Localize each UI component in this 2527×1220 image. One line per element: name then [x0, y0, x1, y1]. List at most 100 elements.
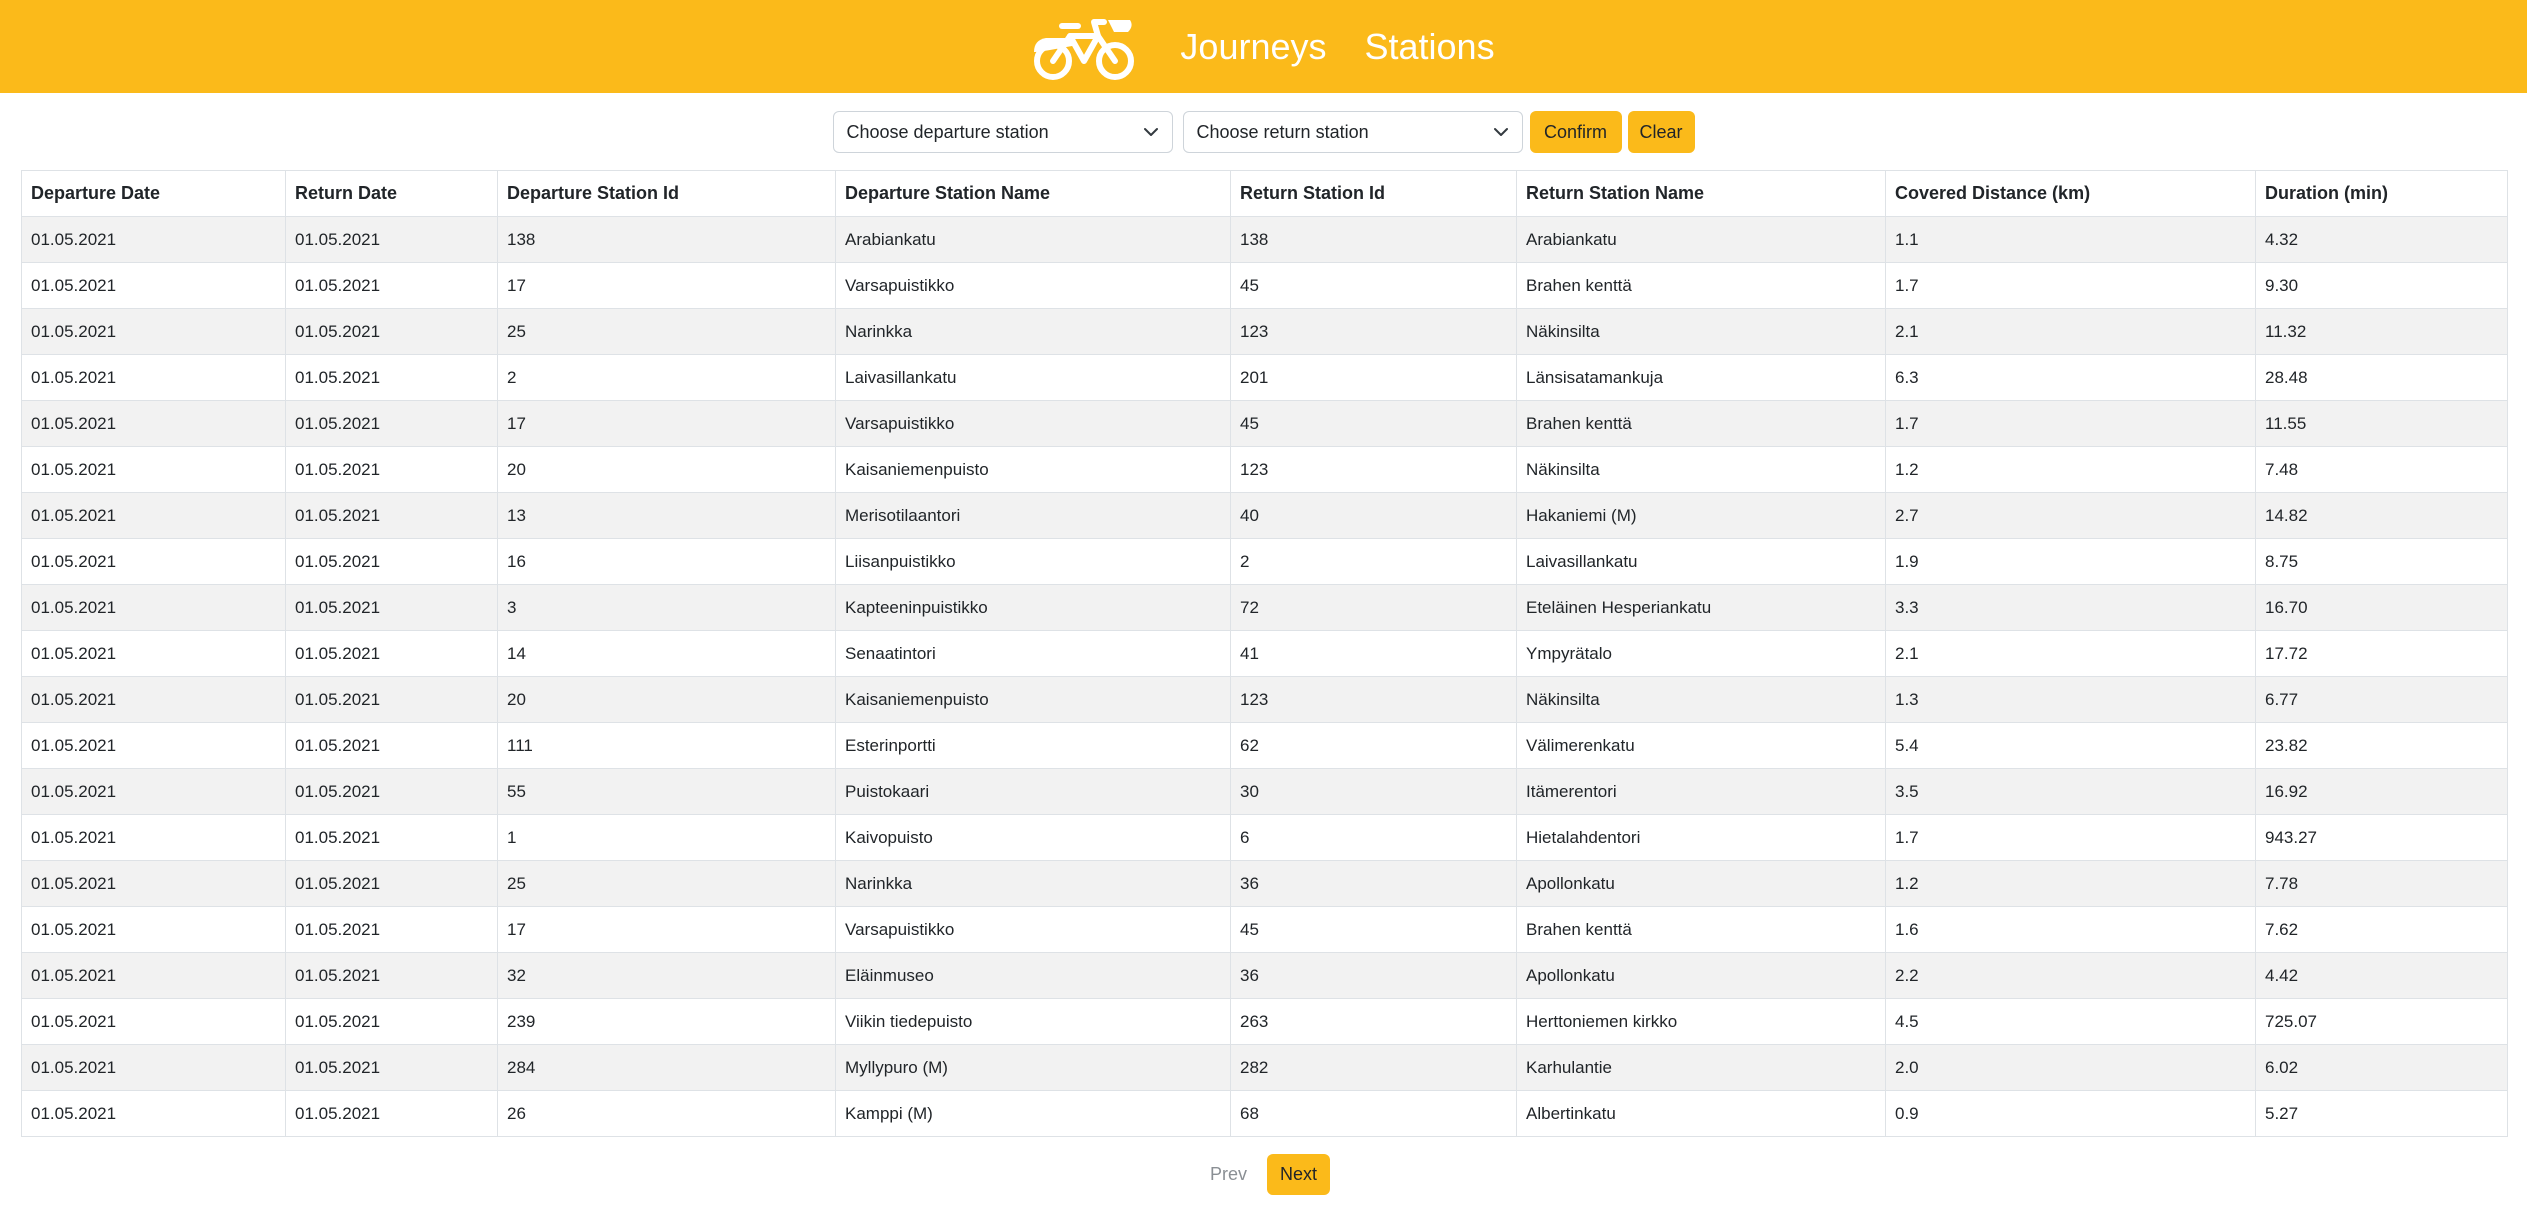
cell-return-date: 01.05.2021 — [285, 216, 498, 263]
cell-covered-distance: 1.2 — [1885, 860, 2256, 907]
cell-duration: 6.02 — [2255, 1044, 2508, 1091]
table-row: 01.05.2021 01.05.2021 138 Arabiankatu 138 Ara… — [21, 216, 2508, 263]
cell-departure-date: 01.05.2021 — [21, 308, 286, 355]
cell-return-station-name: Brahen kenttä — [1516, 906, 1886, 953]
cell-duration: 5.27 — [2255, 1090, 2508, 1137]
cell-departure-station-id: 25 — [497, 308, 836, 355]
cell-departure-date: 01.05.2021 — [21, 998, 286, 1045]
cell-return-date: 01.05.2021 — [285, 400, 498, 447]
cell-return-station-name: Näkinsilta — [1516, 308, 1886, 355]
cell-departure-date: 01.05.2021 — [21, 814, 286, 861]
cell-departure-station-id: 3 — [497, 584, 836, 631]
table-row: 01.05.2021 01.05.2021 16 Liisanpuistikko 2 La… — [21, 538, 2508, 585]
cell-return-station-name: Näkinsilta — [1516, 676, 1886, 723]
table-row: 01.05.2021 01.05.2021 3 Kapteeninpuistikko 7… — [21, 584, 2508, 631]
cell-return-date: 01.05.2021 — [285, 814, 498, 861]
cell-return-date: 01.05.2021 — [285, 1044, 498, 1091]
col-header-return-station-name: Return Station Name — [1516, 170, 1886, 217]
brand-logo[interactable] — [1032, 12, 1136, 82]
cell-return-station-id: 36 — [1230, 860, 1517, 907]
clear-button[interactable]: Clear — [1627, 111, 1695, 153]
cell-return-date: 01.05.2021 — [285, 952, 498, 999]
cell-return-date: 01.05.2021 — [285, 906, 498, 953]
cell-duration: 6.77 — [2255, 676, 2508, 723]
cell-duration: 17.72 — [2255, 630, 2508, 677]
cell-return-station-id: 201 — [1230, 354, 1517, 401]
departure-select-text: Choose departure station — [846, 121, 1049, 142]
cell-duration: 16.70 — [2255, 584, 2508, 631]
cell-return-station-name: Laivasillankatu — [1516, 538, 1886, 585]
chevron-down-icon — [1143, 128, 1158, 136]
next-page-button[interactable]: Next — [1267, 1154, 1331, 1195]
cell-return-station-id: 41 — [1230, 630, 1517, 677]
cell-return-station-name: Brahen kenttä — [1516, 400, 1886, 447]
cell-return-station-id: 45 — [1230, 906, 1517, 953]
cell-covered-distance: 1.3 — [1885, 676, 2256, 723]
cell-return-station-id: 2 — [1230, 538, 1517, 585]
cell-covered-distance: 1.7 — [1885, 814, 2256, 861]
prev-page-button[interactable]: Prev — [1197, 1154, 1260, 1195]
cell-departure-station-id: 2 — [497, 354, 836, 401]
cell-covered-distance: 6.3 — [1885, 354, 2256, 401]
cell-departure-date: 01.05.2021 — [21, 676, 286, 723]
return-select-text: Choose return station — [1196, 121, 1369, 142]
cell-departure-date: 01.05.2021 — [21, 1044, 286, 1091]
departure-station-select[interactable]: Choose departure station — [832, 111, 1173, 153]
cell-departure-station-id: 20 — [497, 676, 836, 723]
cell-return-date: 01.05.2021 — [285, 860, 498, 907]
bicycle-icon — [1034, 18, 1135, 80]
return-station-select[interactable]: Choose return station — [1182, 111, 1523, 153]
cell-departure-station-id: 239 — [497, 998, 836, 1045]
cell-departure-date: 01.05.2021 — [21, 492, 286, 539]
table-row: 01.05.2021 01.05.2021 13 Merisotilaantori 40… — [21, 492, 2508, 539]
cell-departure-date: 01.05.2021 — [21, 354, 286, 401]
cell-departure-station-id: 1 — [497, 814, 836, 861]
cell-return-date: 01.05.2021 — [285, 584, 498, 631]
cell-return-date: 01.05.2021 — [285, 354, 498, 401]
col-header-covered-distance: Covered Distance (km) — [1885, 170, 2256, 217]
cell-return-station-id: 6 — [1230, 814, 1517, 861]
cell-departure-date: 01.05.2021 — [21, 400, 286, 447]
cell-covered-distance: 2.1 — [1885, 308, 2256, 355]
cell-return-station-name: Eteläinen Hesperiankatu — [1516, 584, 1886, 631]
cell-departure-date: 01.05.2021 — [21, 722, 286, 769]
cell-return-date: 01.05.2021 — [285, 768, 498, 815]
table-row: 01.05.2021 01.05.2021 25 Narinkka 36 Apollonk… — [21, 860, 2508, 907]
table-row: 01.05.2021 01.05.2021 284 Myllypuro (M) 282 K… — [21, 1044, 2508, 1091]
cell-departure-station-id: 20 — [497, 446, 836, 493]
cell-return-station-name: Brahen kenttä — [1516, 262, 1886, 309]
cell-departure-station-name: Kaivopuisto — [835, 814, 1231, 861]
chevron-down-icon — [1493, 128, 1508, 136]
cell-departure-station-id: 138 — [497, 216, 836, 263]
journeys-table: Departure Date Return Date Departure Sta… — [21, 170, 2508, 1137]
cell-departure-station-name: Liisanpuistikko — [835, 538, 1231, 585]
cell-return-station-id: 45 — [1230, 262, 1517, 309]
cell-departure-station-name: Puistokaari — [835, 768, 1231, 815]
cell-departure-station-id: 13 — [497, 492, 836, 539]
cell-departure-station-id: 14 — [497, 630, 836, 677]
cell-covered-distance: 1.6 — [1885, 906, 2256, 953]
cell-departure-station-name: Eläinmuseo — [835, 952, 1231, 999]
cell-return-station-name: Näkinsilta — [1516, 446, 1886, 493]
cell-return-station-name: Apollonkatu — [1516, 952, 1886, 999]
cell-duration: 9.30 — [2255, 262, 2508, 309]
nav-link-journeys[interactable]: Journeys — [1180, 28, 1326, 65]
cell-return-station-name: Välimerenkatu — [1516, 722, 1886, 769]
cell-return-station-name: Länsisatamankuja — [1516, 354, 1886, 401]
station-filter-bar: Choose departure station Choose return s… — [0, 111, 2527, 153]
cell-covered-distance: 2.1 — [1885, 630, 2256, 677]
table-row: 01.05.2021 01.05.2021 20 Kaisaniemenpuisto 1… — [21, 676, 2508, 723]
confirm-button[interactable]: Confirm — [1529, 111, 1622, 153]
col-header-departure-station-id: Departure Station Id — [497, 170, 836, 217]
nav-link-stations[interactable]: Stations — [1365, 28, 1495, 65]
cell-departure-station-name: Kaisaniemenpuisto — [835, 676, 1231, 723]
cell-return-station-id: 123 — [1230, 308, 1517, 355]
cell-departure-station-id: 32 — [497, 952, 836, 999]
cell-departure-date: 01.05.2021 — [21, 1090, 286, 1137]
cell-return-date: 01.05.2021 — [285, 676, 498, 723]
cell-duration: 4.32 — [2255, 216, 2508, 263]
cell-covered-distance: 1.7 — [1885, 400, 2256, 447]
cell-departure-date: 01.05.2021 — [21, 630, 286, 677]
cell-duration: 943.27 — [2255, 814, 2508, 861]
cell-departure-station-id: 26 — [497, 1090, 836, 1137]
